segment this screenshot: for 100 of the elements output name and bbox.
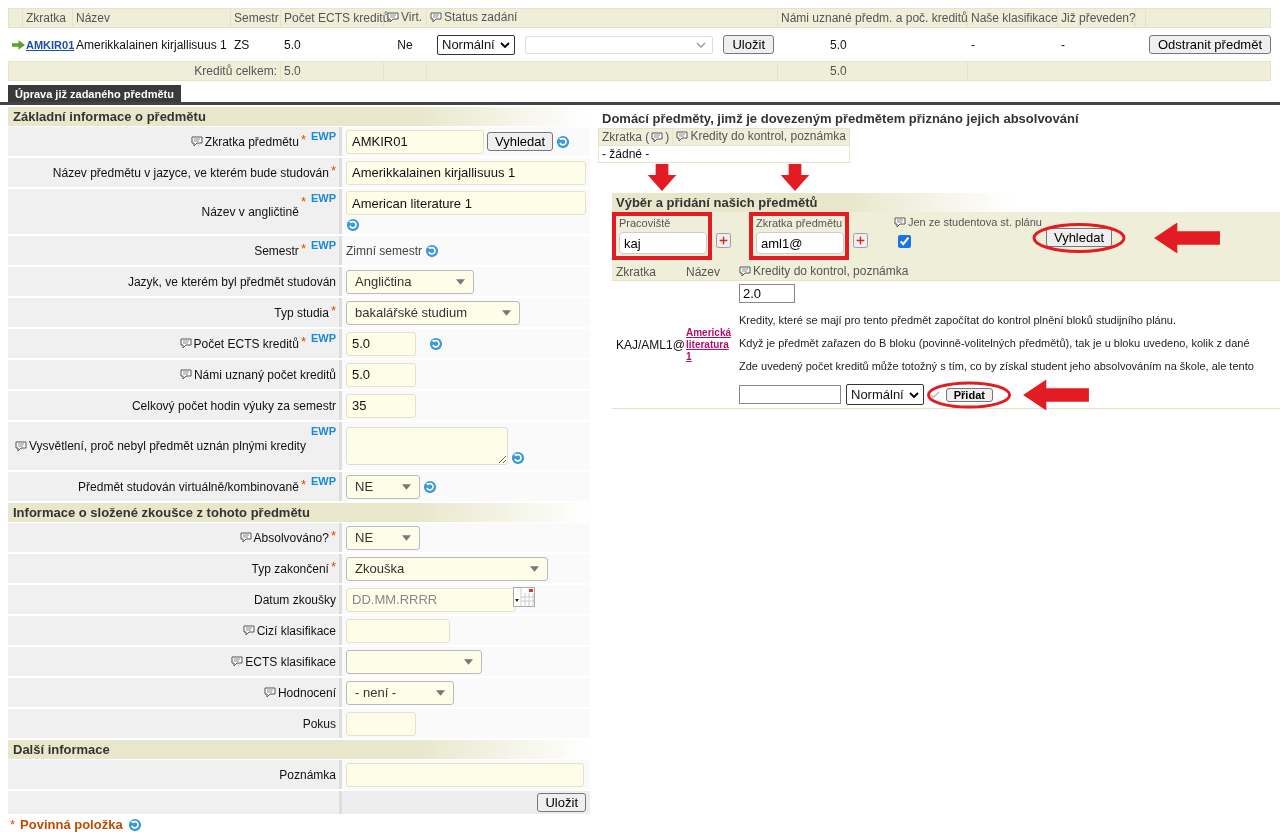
remove-course-button[interactable]: Odstranit předmět (1149, 35, 1272, 54)
table-cell: 5.0 (830, 64, 847, 78)
caret-icon (402, 483, 411, 490)
note-text: Když je předmět zařazen do B bloku (povinně-volitelných předmětů), tak je u bloku uvedeno, kolik z dané (739, 337, 1251, 349)
field-label: Typ zakončení (251, 561, 329, 576)
ewp-tag: EWP (310, 130, 336, 142)
ewp-tag: EWP (310, 332, 336, 344)
dropdown[interactable]: - není - (346, 680, 454, 705)
text-field[interactable]: Amerikkalainen kirjallisuus 1 (346, 160, 586, 185)
text-field[interactable]: kaj (619, 232, 707, 254)
column-header: Semestr (234, 11, 279, 25)
field-label: Typ studia (274, 305, 329, 320)
required-mark: * (300, 477, 306, 492)
table-cell: - (971, 37, 975, 52)
field-label: Datum zkoušky (253, 592, 336, 607)
table-cell: - (1061, 37, 1065, 52)
circular-arrow-icon[interactable] (511, 451, 525, 465)
totals-label: Kreditů celkem: (194, 64, 277, 78)
field-label: Celkový počet hodin výuky za semestr (131, 398, 336, 413)
column-header: Název (686, 265, 720, 279)
comment-icon (894, 216, 906, 228)
text-field[interactable]: AMKIR01 (346, 129, 484, 154)
text-field[interactable] (346, 711, 416, 736)
field-label: Pokus (302, 716, 336, 731)
field-label: Název v angličtině (201, 204, 299, 219)
column-header: Kredity do kontrol, poznámka (690, 129, 846, 144)
field-label: ECTS klasifikace (245, 654, 336, 669)
column-header: Zkratka ( (602, 130, 650, 144)
circular-arrow-icon[interactable] (425, 243, 439, 258)
column-header: Název (76, 11, 110, 25)
field-label: Absolvováno? (253, 530, 329, 545)
column-header: Naše klasifikace (971, 11, 1058, 25)
field-label: Cizí klasifikace (256, 623, 336, 638)
table-cell: ZS (234, 37, 250, 52)
column-header: Již převeden? (1061, 11, 1136, 25)
field-label: Jazyk, ve kterém byl předmět studován (127, 274, 336, 289)
note-text: Zde uvedený počet kreditů může totožný s tím, co by získal student jeho absolvováním na škole, ale tento (739, 360, 1255, 372)
required-note: Povinná položka (20, 817, 123, 832)
table-cell: Amerikkalainen kirjallisuus 1 (76, 37, 227, 52)
note-field[interactable] (739, 385, 841, 404)
annotation-arrow (779, 164, 811, 191)
column-header: Počet ECTS kreditů (284, 11, 390, 25)
caret-icon (402, 534, 411, 541)
circular-arrow-icon[interactable] (429, 336, 443, 351)
checkbox[interactable] (898, 235, 911, 248)
save-button[interactable]: Uložit (537, 793, 586, 812)
required-mark: * (330, 528, 336, 543)
text-field[interactable]: 35 (346, 393, 416, 418)
caret-icon (436, 689, 445, 696)
credits-field[interactable]: 2.0 (739, 284, 795, 303)
ewp-tag: EWP (310, 239, 336, 251)
text-field[interactable]: 5.0 (346, 331, 416, 356)
plus-icon[interactable] (853, 233, 868, 248)
save-button[interactable]: Uložit (723, 35, 774, 54)
ewp-tag: EWP (310, 192, 336, 204)
table-cell: 5.0 (284, 64, 301, 78)
text-field[interactable]: 5.0 (346, 362, 416, 387)
circular-arrow-icon[interactable] (423, 479, 437, 494)
field-label: Předmět studován virtuálně/kombinovaně (78, 479, 299, 494)
text-field[interactable]: American literature 1 (346, 191, 586, 215)
dropdown[interactable]: NE (346, 474, 420, 499)
add-button[interactable]: Přidat (945, 387, 993, 402)
dropdown[interactable]: NE (346, 525, 420, 550)
required-mark: * (330, 559, 336, 574)
course-name-link[interactable]: Americká literatura 1 (686, 326, 731, 363)
field-label: Vysvětlení, proč nebyl předmět uznán plnými kredity (28, 439, 306, 453)
date-field[interactable]: DD.MM.RRRR (346, 587, 516, 612)
search-button[interactable]: Vyhledat (487, 132, 554, 151)
chevron-down-icon (696, 41, 707, 48)
filter-label: Pracoviště (619, 217, 672, 229)
tab[interactable]: Úprava již zadaného předmětu (8, 85, 181, 102)
chevron-down-icon (499, 41, 510, 48)
field-value: Zimní semestr (346, 243, 422, 258)
column-header: Zkratka (26, 11, 66, 25)
text-field[interactable]: aml1@ (756, 232, 844, 254)
table-cell: KAJ/AML1@ (616, 337, 685, 352)
chevron-down-icon (908, 391, 919, 398)
dropdown[interactable] (346, 649, 482, 674)
status-dropdown[interactable]: Normální (846, 384, 924, 405)
caret-icon (464, 658, 473, 665)
column-header: Námi uznané předm. a poč. kreditů (781, 11, 968, 25)
status-dropdown[interactable]: Normální (437, 34, 515, 55)
plus-icon[interactable] (716, 233, 731, 248)
text-field[interactable] (346, 762, 584, 787)
required-mark: * (330, 163, 336, 178)
dropdown[interactable]: bakalářské studium (346, 300, 520, 325)
text-field[interactable] (346, 618, 450, 643)
circular-arrow-icon[interactable] (346, 218, 360, 232)
search-button[interactable]: Vyhledat (1045, 228, 1113, 247)
table-cell: 5.0 (284, 37, 301, 52)
dropdown[interactable]: Angličtina (346, 269, 474, 294)
column-header: Status zadání (444, 10, 518, 25)
filter-label: Zkratka předmětu (756, 217, 842, 229)
circular-arrow-icon[interactable] (127, 817, 142, 832)
dropdown[interactable]: Zkouška (346, 556, 548, 581)
required-mark: * (300, 334, 306, 349)
required-mark: * (300, 194, 306, 209)
checkbox-label: Jen ze studentova st. plánu (908, 216, 1042, 228)
field-label: Počet ECTS kreditů (193, 336, 299, 351)
check-icon[interactable] (928, 389, 941, 400)
